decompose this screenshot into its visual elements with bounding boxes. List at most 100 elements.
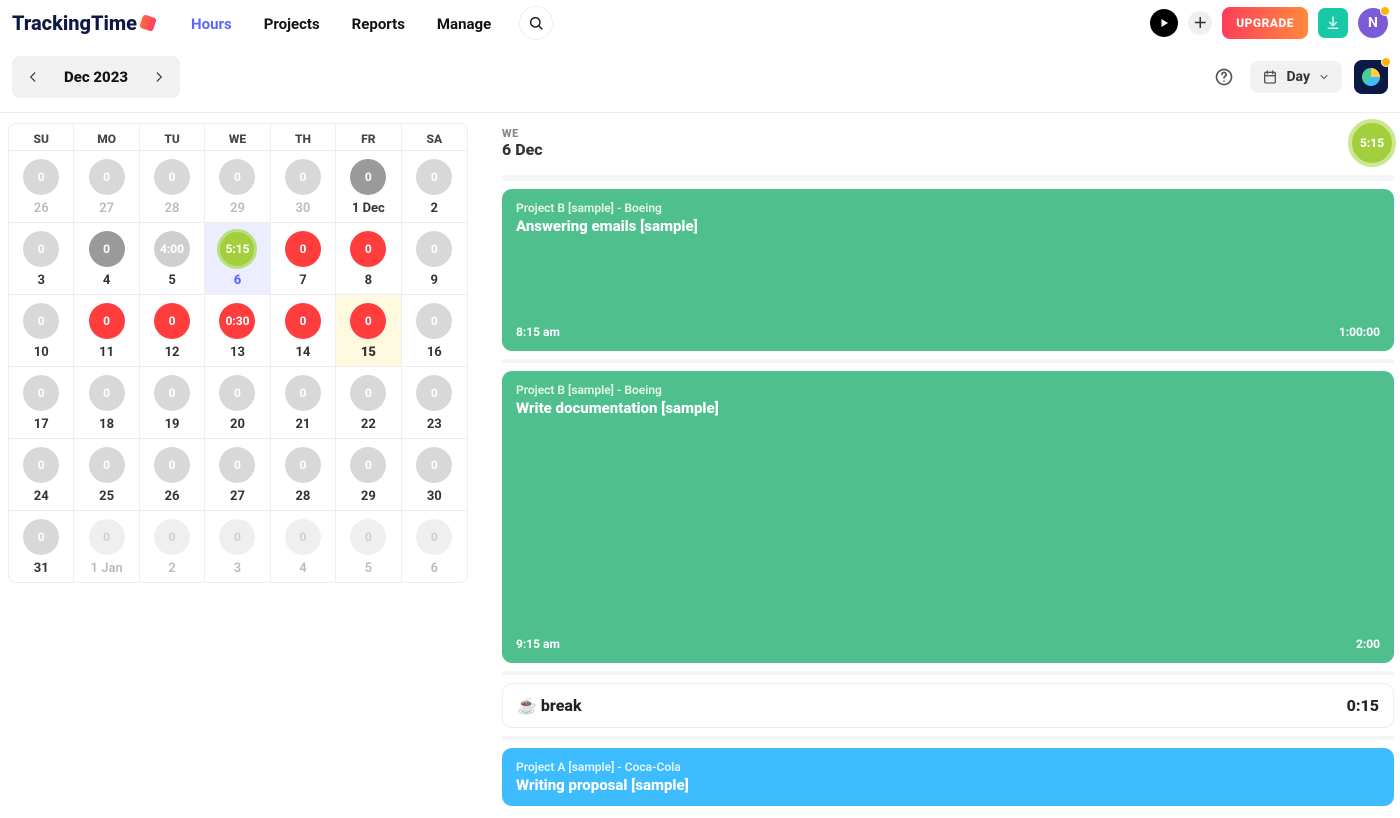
calendar-date-label: 24 [9, 489, 73, 504]
user-avatar[interactable]: N [1358, 8, 1388, 38]
calendar-cell[interactable]: 010 [9, 295, 74, 366]
calendar-cell[interactable]: 011 [74, 295, 139, 366]
calendar-cell[interactable]: 025 [74, 439, 139, 510]
calendar-header: WE [205, 124, 270, 150]
chevron-down-icon [1318, 71, 1330, 83]
calendar-cell[interactable]: 028 [271, 439, 336, 510]
calendar-cell[interactable]: 06 [402, 511, 467, 582]
brand-text: TrackingTime [12, 11, 137, 35]
nav-reports[interactable]: Reports [352, 15, 405, 33]
calendar-cell[interactable]: 02 [140, 511, 205, 582]
calendar-cell[interactable]: 04 [271, 511, 336, 582]
calendar-cell[interactable]: 01 Jan [74, 511, 139, 582]
calendar-cell[interactable]: 03 [205, 511, 270, 582]
search-button[interactable] [519, 6, 553, 40]
play-timer-button[interactable] [1150, 9, 1178, 37]
calendar-date-label: 5 [140, 273, 204, 288]
nav-hours[interactable]: Hours [191, 15, 232, 33]
task-card[interactable]: ☕ break0:15 [502, 683, 1394, 728]
separator [502, 175, 1394, 181]
calendar-cell[interactable]: 014 [271, 295, 336, 366]
task-card[interactable]: Project B [sample] - BoeingAnswering ema… [502, 189, 1394, 351]
calendar-hours-badge: 0 [285, 303, 321, 339]
task-card[interactable]: Project B [sample] - BoeingWrite documen… [502, 371, 1394, 663]
calendar-date-label: 1 Dec [336, 201, 400, 216]
calendar-cell[interactable]: 019 [140, 367, 205, 438]
calendar-cell[interactable]: 01 Dec [336, 151, 401, 222]
calendar-hours-badge: 0 [285, 375, 321, 411]
prev-month-button[interactable] [16, 60, 50, 94]
calendar-cell[interactable]: 04 [74, 223, 139, 294]
calendar-hours-badge: 0 [350, 303, 386, 339]
calendar-date-label: 2 [402, 201, 467, 216]
calendar-cell[interactable]: 018 [74, 367, 139, 438]
calendar-hours-badge: 0 [416, 231, 452, 267]
calendar-cell[interactable]: 031 [9, 511, 74, 582]
calendar-cell[interactable]: 020 [205, 367, 270, 438]
calendar-cell[interactable]: 0:3013 [205, 295, 270, 366]
calendar-date-label: 16 [402, 345, 467, 360]
calendar-cell[interactable]: 024 [9, 439, 74, 510]
calendar-date-label: 6 [205, 273, 269, 288]
calendar-date-label: 13 [205, 345, 269, 360]
nav-projects[interactable]: Projects [264, 15, 320, 33]
calendar-cell[interactable]: 4:005 [140, 223, 205, 294]
calendar-cell[interactable]: 05 [336, 511, 401, 582]
task-title: Writing proposal [sample] [516, 776, 1380, 794]
calendar-hours-badge: 0 [23, 231, 59, 267]
calendar-cell[interactable]: 029 [205, 151, 270, 222]
calendar-cell[interactable]: 026 [140, 439, 205, 510]
calendar-cell[interactable]: 027 [205, 439, 270, 510]
calendar-hours-badge: 0 [154, 159, 190, 195]
calendar-hours-badge: 0 [219, 375, 255, 411]
analytics-button[interactable] [1354, 60, 1388, 94]
view-selector[interactable]: Day [1250, 61, 1342, 93]
calendar-cell[interactable]: 030 [271, 151, 336, 222]
calendar-cell[interactable]: 023 [402, 367, 467, 438]
calendar-cell[interactable]: 026 [9, 151, 74, 222]
play-icon [1158, 17, 1170, 29]
date-navigator: Dec 2023 [12, 56, 180, 98]
nav-manage[interactable]: Manage [437, 15, 491, 33]
calendar-hours-badge: 0 [350, 447, 386, 483]
calendar-cell[interactable]: 5:156 [205, 223, 270, 294]
add-entry-button[interactable]: ＋ [1188, 11, 1212, 35]
help-button[interactable] [1210, 63, 1238, 91]
next-month-button[interactable] [142, 60, 176, 94]
calendar-cell[interactable]: 027 [74, 151, 139, 222]
calendar-cell[interactable]: 012 [140, 295, 205, 366]
calendar-hours-badge: 0 [23, 159, 59, 195]
calendar-cell[interactable]: 030 [402, 439, 467, 510]
calendar-cell[interactable]: 016 [402, 295, 467, 366]
calendar-hours-badge: 0 [23, 375, 59, 411]
calendar-hours-badge: 0 [350, 519, 386, 555]
calendar-date-label: 7 [271, 273, 335, 288]
calendar-date-label: 12 [140, 345, 204, 360]
task-project: Project B [sample] - Boeing [516, 383, 1380, 397]
calendar-cell[interactable]: 03 [9, 223, 74, 294]
calendar-hours-badge: 0 [285, 159, 321, 195]
upgrade-button[interactable]: UPGRADE [1222, 7, 1308, 39]
calendar-date-label: 30 [271, 201, 335, 216]
calendar-cell[interactable]: 021 [271, 367, 336, 438]
calendar-date-label: 17 [9, 417, 73, 432]
brand-logo[interactable]: TrackingTime [12, 11, 155, 35]
calendar-cell[interactable]: 017 [9, 367, 74, 438]
calendar-cell[interactable]: 029 [336, 439, 401, 510]
calendar-cell[interactable]: 07 [271, 223, 336, 294]
calendar-date-label: 4 [271, 561, 335, 576]
task-card[interactable]: Project A [sample] - Coca-ColaWriting pr… [502, 748, 1394, 806]
calendar-icon [1262, 69, 1278, 85]
calendar-date-label: 27 [74, 201, 138, 216]
calendar-cell[interactable]: 09 [402, 223, 467, 294]
task-project: Project B [sample] - Boeing [516, 201, 1380, 215]
calendar-date-label: 28 [271, 489, 335, 504]
download-button[interactable] [1318, 8, 1348, 38]
calendar-cell[interactable]: 02 [402, 151, 467, 222]
calendar-hours-badge: 0 [350, 375, 386, 411]
calendar-cell[interactable]: 08 [336, 223, 401, 294]
calendar-date-label: 3 [205, 561, 269, 576]
calendar-cell[interactable]: 022 [336, 367, 401, 438]
calendar-cell[interactable]: 015 [336, 295, 401, 366]
calendar-cell[interactable]: 028 [140, 151, 205, 222]
